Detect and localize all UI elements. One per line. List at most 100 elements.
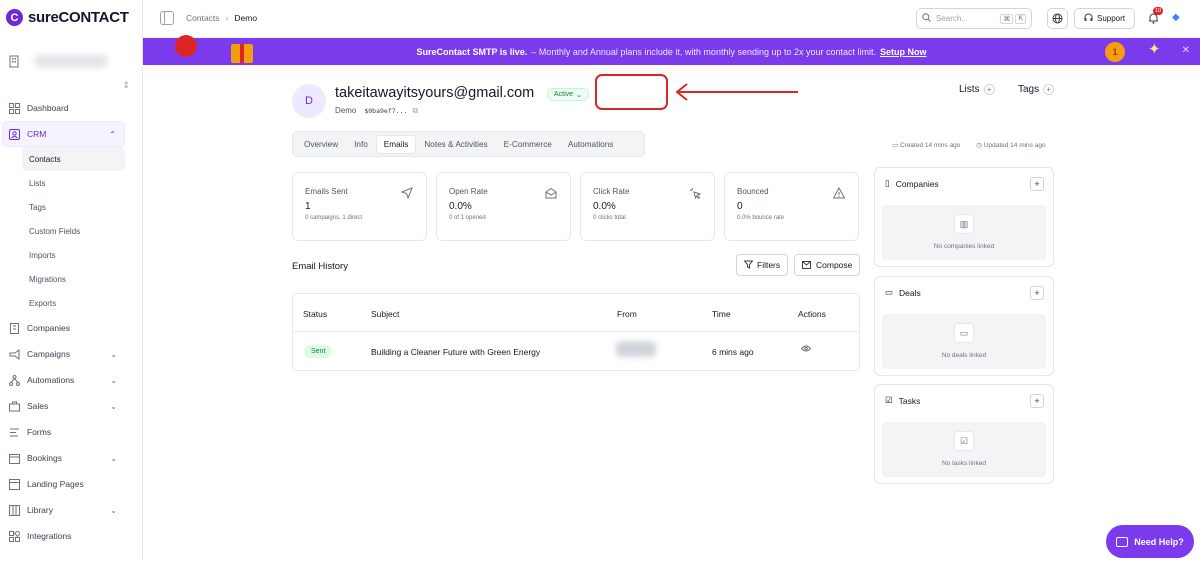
party-popper-icon: ✦ (1148, 41, 1161, 58)
sidebar-item-landing-pages[interactable]: Landing Pages (0, 471, 143, 497)
stat-label: Bounced (737, 187, 769, 196)
sidebar-subitem-imports[interactable]: Imports (0, 243, 143, 267)
briefcase-icon: ▭ (954, 323, 974, 343)
filter-icon (743, 260, 754, 271)
contact-email: takeitawayitsyours@gmail.com (335, 85, 535, 101)
plus-icon: + (983, 84, 995, 95)
sidebar-item-bookings[interactable]: Bookings ⌄ (0, 445, 143, 471)
sidebar-subitem-exports[interactable]: Exports (0, 291, 143, 315)
stat-sub: 0 campaigns, 1 direct (305, 215, 363, 221)
workspace-name-redacted (34, 54, 108, 68)
add-deal-button[interactable]: + (1030, 286, 1044, 300)
language-globe-icon[interactable] (1047, 8, 1068, 29)
sidebar-toggle-icon[interactable] (160, 11, 174, 25)
breadcrumb-contacts[interactable]: Contacts (186, 13, 220, 23)
chevron-down-icon: ⌄ (110, 349, 117, 359)
avatar: D (292, 84, 326, 118)
sidebar-item-integrations[interactable]: Integrations (0, 523, 143, 549)
column-header-status: Status (303, 309, 328, 319)
sidebar-item-label: Campaigns (27, 349, 70, 359)
checkbox-icon: ☑ (954, 431, 974, 451)
chevron-right-icon: › (225, 13, 229, 23)
updated-text: Updated 14 mins ago (983, 142, 1046, 149)
sidebar-nav: Dashboard CRM ⌃ Contacts Lists Tags Cust… (0, 95, 143, 549)
sidebar-item-crm[interactable]: CRM ⌃ (2, 121, 125, 147)
sidebar-subitem-migrations[interactable]: Migrations (0, 267, 143, 291)
sidebar-item-automations[interactable]: Automations ⌄ (0, 367, 143, 393)
copy-icon[interactable]: ⧉ (412, 106, 418, 115)
eye-icon[interactable] (800, 344, 812, 354)
tab-overview[interactable]: Overview (296, 135, 346, 154)
sidebar-item-sales[interactable]: Sales ⌄ (0, 393, 143, 419)
chevron-down-icon: ⌄ (110, 375, 117, 385)
record-dates: ▭ Created 14 mins ago ◷ Updated 14 mins a… (892, 141, 1062, 149)
medal-icon: 1 (1105, 42, 1125, 62)
support-button[interactable]: Support (1074, 8, 1135, 29)
topbar: Contacts › Demo Search... ⌘ K Support 10 ◆ (143, 0, 1200, 38)
email-subject: Building a Cleaner Future with Green Ene… (371, 347, 541, 357)
send-icon (400, 187, 413, 202)
status-badge[interactable]: Active ⌄ (547, 88, 589, 101)
sidebar-item-companies[interactable]: Companies (0, 315, 143, 341)
crm-icon (8, 128, 20, 140)
sidebar-subitem-contacts[interactable]: Contacts (22, 147, 125, 171)
sidebar-item-forms[interactable]: Forms (0, 419, 143, 445)
add-task-button[interactable]: + (1030, 394, 1044, 408)
sidebar-subitem-lists[interactable]: Lists (0, 171, 143, 195)
search-input[interactable]: Search... ⌘ K (916, 8, 1032, 29)
megaphone-icon (8, 348, 20, 360)
sidebar-item-label: Bookings (27, 453, 62, 463)
contact-subtitle: Demo $0ba9ef7... ⧉ (335, 106, 418, 116)
logo[interactable]: C sureCONTACT (6, 9, 129, 26)
stat-sub: 0.0% bounce rate (737, 215, 785, 221)
support-label: Support (1096, 14, 1126, 23)
shortcut-key: K (1015, 13, 1026, 24)
gem-icon[interactable]: ◆ (1172, 12, 1180, 23)
setup-now-link[interactable]: Setup Now (880, 47, 927, 57)
email-stats: Emails Sent 1 0 campaigns, 1 direct Open… (292, 172, 859, 241)
chevron-up-icon: ⌃ (109, 129, 116, 139)
warning-icon (832, 186, 846, 202)
deals-panel: ▭ Deals + ▭ No deals linked (874, 276, 1054, 376)
sidebar-subitem-tags[interactable]: Tags (0, 195, 143, 219)
sidebar-item-label: Automations (27, 375, 75, 385)
breadcrumb-current: Demo (234, 13, 258, 23)
tab-info[interactable]: Info (346, 135, 376, 154)
tags-button[interactable]: Tags + (1018, 84, 1055, 95)
sidebar-item-library[interactable]: Library ⌄ (0, 497, 143, 523)
add-company-button[interactable]: + (1030, 177, 1044, 191)
column-header-actions: Actions (798, 309, 826, 319)
created-meta: ▭ Created 14 mins ago (892, 142, 961, 149)
sidebar-item-dashboard[interactable]: Dashboard (0, 95, 143, 121)
stat-card-click-rate: Click Rate 0.0% 0 clicks total (580, 172, 715, 241)
workspace-switcher[interactable]: ⇕ (8, 48, 136, 90)
tab-e-commerce[interactable]: E-Commerce (496, 135, 560, 154)
dashboard-icon (8, 102, 20, 114)
breadcrumb: Contacts › Demo (186, 13, 257, 23)
compose-icon (802, 260, 812, 271)
tab-automations[interactable]: Automations (560, 135, 622, 154)
need-help-button[interactable]: Need Help? (1106, 525, 1194, 558)
chevron-down-icon: ⌄ (110, 453, 117, 463)
empty-text: No deals linked (941, 352, 987, 359)
close-icon[interactable]: ✕ (1182, 45, 1190, 56)
tab-notes-activities[interactable]: Notes & Activities (416, 135, 495, 154)
tab-emails[interactable]: Emails (375, 134, 417, 154)
lists-button[interactable]: Lists + (959, 84, 995, 95)
filters-label: Filters (757, 260, 781, 270)
plus-icon: + (1043, 84, 1055, 95)
stat-value: 1 (305, 201, 311, 212)
contact-tabs: Overview Info Emails Notes & Activities … (292, 131, 645, 157)
sidebar-item-label: Library (27, 505, 53, 515)
panel-title: Companies (895, 178, 939, 189)
envelope-open-icon (545, 187, 557, 202)
companies-panel: ▯ Companies + ▥ No companies linked (874, 167, 1054, 267)
building-icon (8, 322, 20, 334)
compose-label: Compose (816, 260, 853, 270)
sidebar-item-label: Dashboard (27, 103, 69, 113)
filters-button[interactable]: Filters (736, 254, 789, 276)
sidebar-item-campaigns[interactable]: Campaigns ⌄ (0, 341, 143, 367)
sidebar-subitem-custom-fields[interactable]: Custom Fields (0, 219, 143, 243)
compose-button[interactable]: Compose (794, 254, 861, 276)
bell-icon[interactable]: 10 (1145, 7, 1164, 26)
